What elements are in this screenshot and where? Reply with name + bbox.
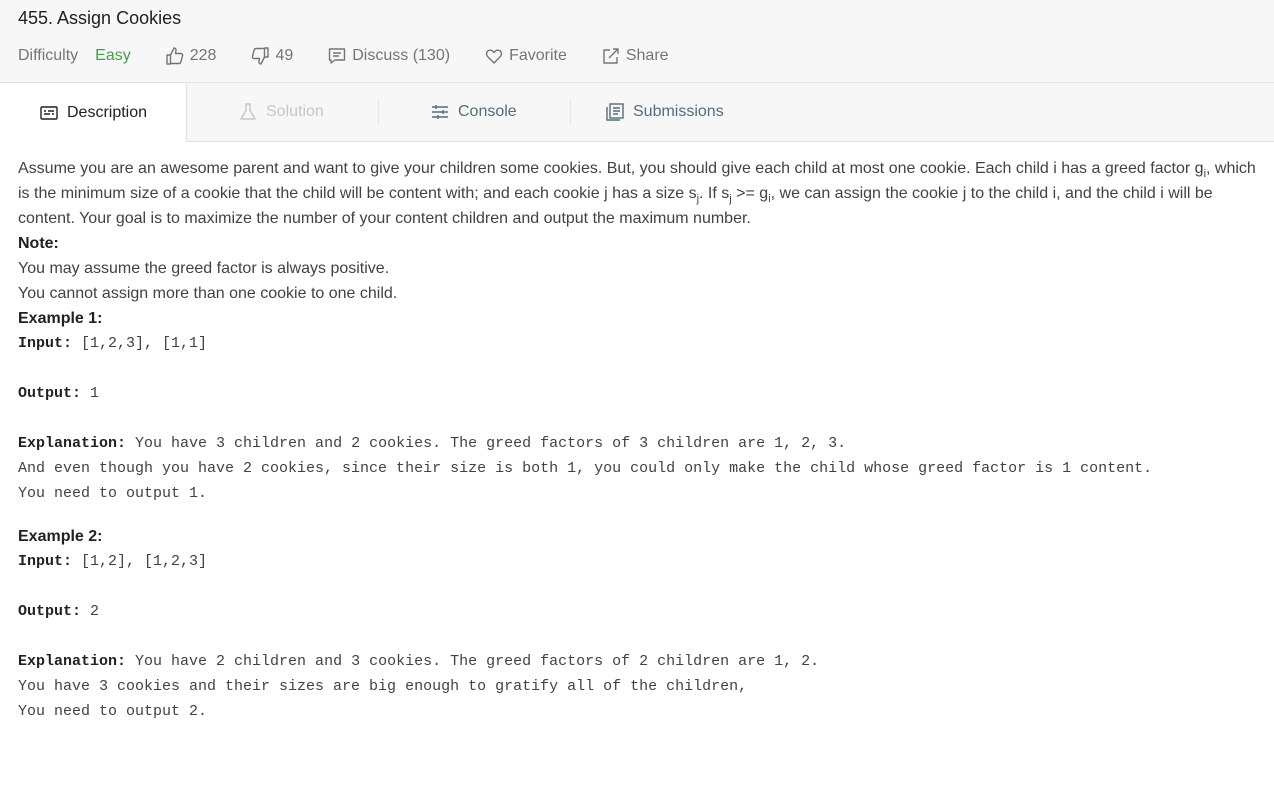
description-text: Assume you are an awesome parent and wan… [18, 160, 1204, 177]
share-button[interactable]: Share [601, 46, 669, 66]
flask-icon [240, 103, 256, 120]
output-label: Output: [18, 603, 82, 620]
description-text: >= g [731, 185, 769, 202]
tab-description[interactable]: Description [0, 83, 187, 142]
problem-description: Assume you are an awesome parent and wan… [0, 142, 1274, 724]
note-title: Note: [18, 235, 59, 252]
like-button[interactable]: 228 [165, 46, 217, 66]
share-icon [603, 48, 619, 64]
explanation-label: Explanation: [18, 435, 127, 452]
description-paragraph: Assume you are an awesome parent and wan… [18, 156, 1258, 231]
tab-description-label: Description [66, 103, 148, 121]
example-2-output: 2 [81, 603, 100, 620]
example-1-code: Input: [1,2,3], [1,1] Output: 1 Explanat… [18, 331, 1258, 506]
difficulty-value: Easy [95, 47, 131, 64]
explanation-label: Explanation: [18, 653, 127, 670]
problem-header: 455. Assign Cookies Difficulty Easy 228 … [0, 0, 1274, 83]
tab-bar: Description Solution Console Submissions [0, 83, 1274, 142]
console-sliders-icon [432, 105, 448, 119]
thumbs-up-icon [166, 47, 184, 65]
problem-title: 455. Assign Cookies [18, 8, 182, 28]
discuss-icon [329, 48, 346, 64]
heart-icon [485, 49, 503, 64]
tab-submissions[interactable]: Submissions [605, 83, 724, 141]
tab-separator [570, 99, 571, 125]
tab-submissions-label: Submissions [633, 103, 724, 120]
dislike-count: 49 [275, 47, 294, 64]
description-text: . If s [699, 185, 730, 202]
share-label: Share [625, 47, 669, 64]
example-2-explanation: You have 2 children and 3 cookies. The g… [18, 653, 820, 720]
example-2-input: [1,2], [1,2,3] [72, 553, 208, 570]
input-label: Input: [18, 553, 73, 570]
description-icon [40, 105, 58, 120]
favorite-button[interactable]: Favorite [484, 46, 567, 66]
thumbs-down-icon [252, 47, 270, 65]
tab-separator [378, 99, 379, 125]
submissions-icon [606, 103, 624, 121]
tab-solution-label: Solution [266, 103, 324, 120]
example-2-code: Input: [1,2], [1,2,3] Output: 2 Explanat… [18, 549, 1258, 724]
note-line: You may assume the greed factor is alway… [18, 260, 390, 277]
example-1-output: 1 [81, 385, 100, 402]
problem-meta-bar: Difficulty Easy 228 49 Discuss (130) Fav… [18, 44, 703, 68]
example-2-title: Example 2: [18, 528, 103, 545]
tab-solution[interactable]: Solution [238, 83, 324, 141]
note-line: You cannot assign more than one cookie t… [18, 285, 398, 302]
example-1-title: Example 1: [18, 310, 103, 327]
like-count: 228 [189, 47, 217, 64]
input-label: Input: [18, 335, 73, 352]
discuss-label: Discuss (130) [352, 47, 451, 64]
example-1-input: [1,2,3], [1,1] [72, 335, 208, 352]
example-1-explanation: You have 3 children and 2 cookies. The g… [18, 435, 1153, 502]
discuss-link[interactable]: Discuss (130) [327, 46, 450, 66]
tab-console-label: Console [458, 103, 517, 120]
favorite-label: Favorite [509, 47, 567, 64]
tab-console[interactable]: Console [430, 83, 517, 141]
output-label: Output: [18, 385, 82, 402]
difficulty-label: Difficulty [18, 47, 79, 64]
dislike-button[interactable]: 49 [250, 46, 293, 66]
